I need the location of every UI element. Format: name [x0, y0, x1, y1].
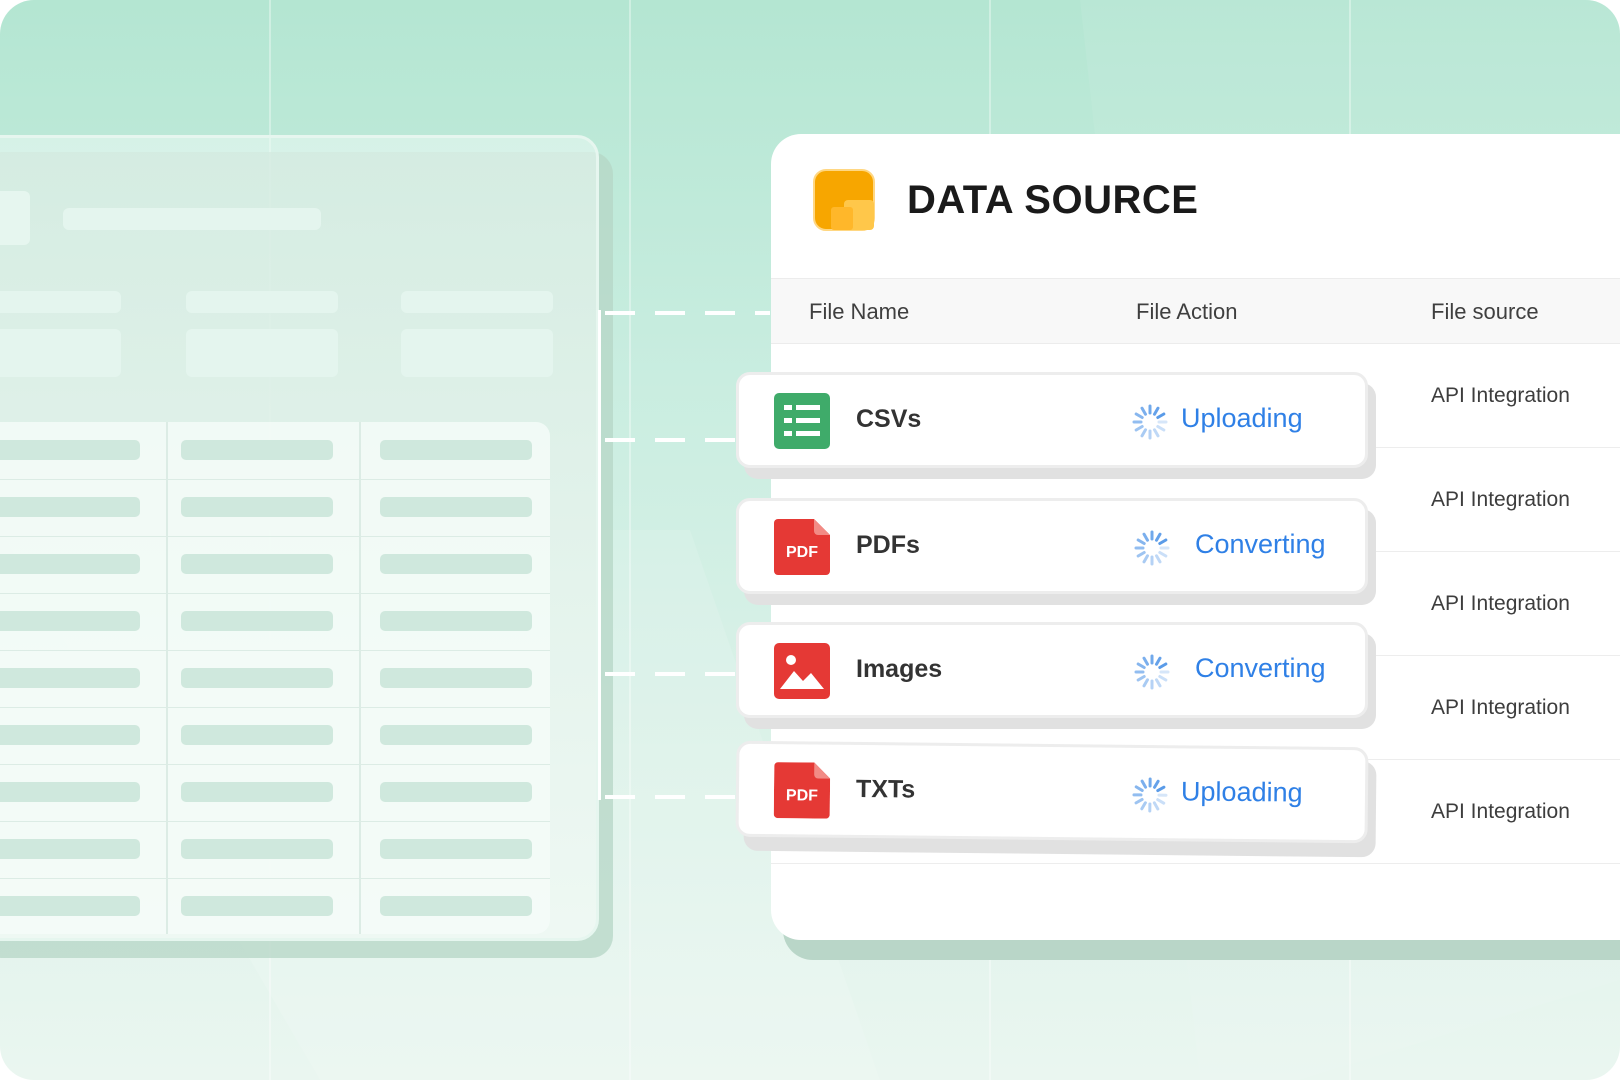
ghost-field-3 [401, 329, 553, 377]
connector-row-3 [605, 672, 740, 676]
file-row-pdf[interactable]: PDF PDFs Converting [736, 498, 1368, 594]
ghost-avatar [0, 191, 30, 245]
file-source-cell: API Integration [1431, 488, 1570, 511]
ghost-cell-placeholder [0, 839, 140, 859]
file-action-status: Converting [1195, 529, 1326, 559]
ghost-cell-placeholder [181, 440, 333, 460]
ghost-cell-placeholder [181, 896, 333, 916]
ghost-grid-line [0, 821, 550, 822]
ghost-cell-placeholder [0, 668, 140, 688]
canvas: DATA SOURCE File Name File Action File s… [0, 0, 1620, 1080]
ghost-label-2 [186, 291, 338, 313]
ghost-cell-placeholder [181, 839, 333, 859]
ghost-label-3 [401, 291, 553, 313]
table-header: File Name File Action File source [771, 278, 1620, 344]
loading-spinner-icon [1132, 404, 1168, 440]
ghost-grid-line [0, 479, 550, 480]
file-source-cell: API Integration [1431, 592, 1570, 615]
ghost-cell-placeholder [380, 668, 532, 688]
ghost-spreadsheet-panel [0, 135, 599, 941]
ghost-cell-placeholder [380, 554, 532, 574]
ghost-cell-placeholder [0, 896, 140, 916]
ghost-cell-placeholder [380, 896, 532, 916]
card-title: DATA SOURCE [907, 178, 1199, 222]
ghost-cell-placeholder [0, 782, 140, 802]
loading-spinner-icon [1134, 654, 1170, 690]
connector-row-4 [605, 795, 740, 799]
ghost-grid-line [0, 878, 550, 879]
ghost-grid-line [0, 707, 550, 708]
file-name: PDFs [856, 531, 920, 559]
ghost-grid [0, 422, 550, 934]
ghost-grid-line [0, 536, 550, 537]
ghost-cell-placeholder [181, 611, 333, 631]
ghost-cell-placeholder [380, 839, 532, 859]
ghost-grid-column [166, 422, 168, 934]
ghost-cell-placeholder [380, 725, 532, 745]
data-source-logo-icon [813, 169, 875, 231]
ghost-grid-line [0, 593, 550, 594]
file-row-images[interactable]: Images Converting [736, 622, 1368, 718]
ghost-cell-placeholder [181, 554, 333, 574]
ghost-cell-placeholder [0, 725, 140, 745]
column-header-file-source[interactable]: File source [1431, 299, 1539, 325]
image-icon [774, 643, 830, 699]
ghost-cell-placeholder [380, 782, 532, 802]
ghost-cell-placeholder [181, 497, 333, 517]
ghost-grid-column [359, 422, 361, 934]
connector-header [605, 311, 770, 315]
ghost-cell-placeholder [0, 440, 140, 460]
file-name: TXTs [855, 774, 916, 804]
file-row-txt[interactable]: PDF TXTs Uploading [735, 740, 1369, 844]
file-source-cell: API Integration [1431, 696, 1570, 719]
row-divider [771, 863, 1620, 864]
file-action-status: Converting [1195, 653, 1326, 683]
ghost-cell-placeholder [380, 440, 532, 460]
file-name: CSVs [856, 405, 922, 433]
spreadsheet-icon [774, 393, 830, 449]
ghost-cell-placeholder [181, 782, 333, 802]
ghost-field-2 [186, 329, 338, 377]
pdf-icon: PDF [773, 762, 831, 819]
column-header-file-action[interactable]: File Action [1136, 299, 1238, 325]
pdf-badge-text: PDF [786, 544, 818, 561]
pdf-badge-text: PDF [786, 787, 818, 804]
connector-row-1 [605, 438, 740, 442]
file-source-cell: API Integration [1431, 384, 1570, 407]
ghost-field-1 [0, 329, 121, 377]
loading-spinner-icon [1134, 530, 1170, 566]
pdf-icon: PDF [774, 519, 830, 575]
ghost-cell-placeholder [0, 611, 140, 631]
file-action-status: Uploading [1181, 403, 1303, 433]
file-name: Images [856, 655, 943, 683]
ghost-cell-placeholder [0, 497, 140, 517]
connector-spine [598, 310, 601, 800]
file-row-csv[interactable]: CSVs Uploading [736, 372, 1368, 468]
ghost-cell-placeholder [0, 554, 140, 574]
ghost-cell-placeholder [181, 725, 333, 745]
ghost-cell-placeholder [181, 668, 333, 688]
ghost-title-bar [63, 208, 321, 230]
file-source-cell: API Integration [1431, 800, 1570, 823]
file-action-status: Uploading [1180, 776, 1303, 808]
card-header: DATA SOURCE [771, 134, 1620, 278]
column-header-file-name[interactable]: File Name [809, 299, 909, 325]
ghost-cell-placeholder [380, 611, 532, 631]
ghost-grid-line [0, 650, 550, 651]
loading-spinner-icon [1132, 777, 1168, 813]
ghost-grid-line [0, 764, 550, 765]
ghost-label-1 [0, 291, 121, 313]
ghost-cell-placeholder [380, 497, 532, 517]
